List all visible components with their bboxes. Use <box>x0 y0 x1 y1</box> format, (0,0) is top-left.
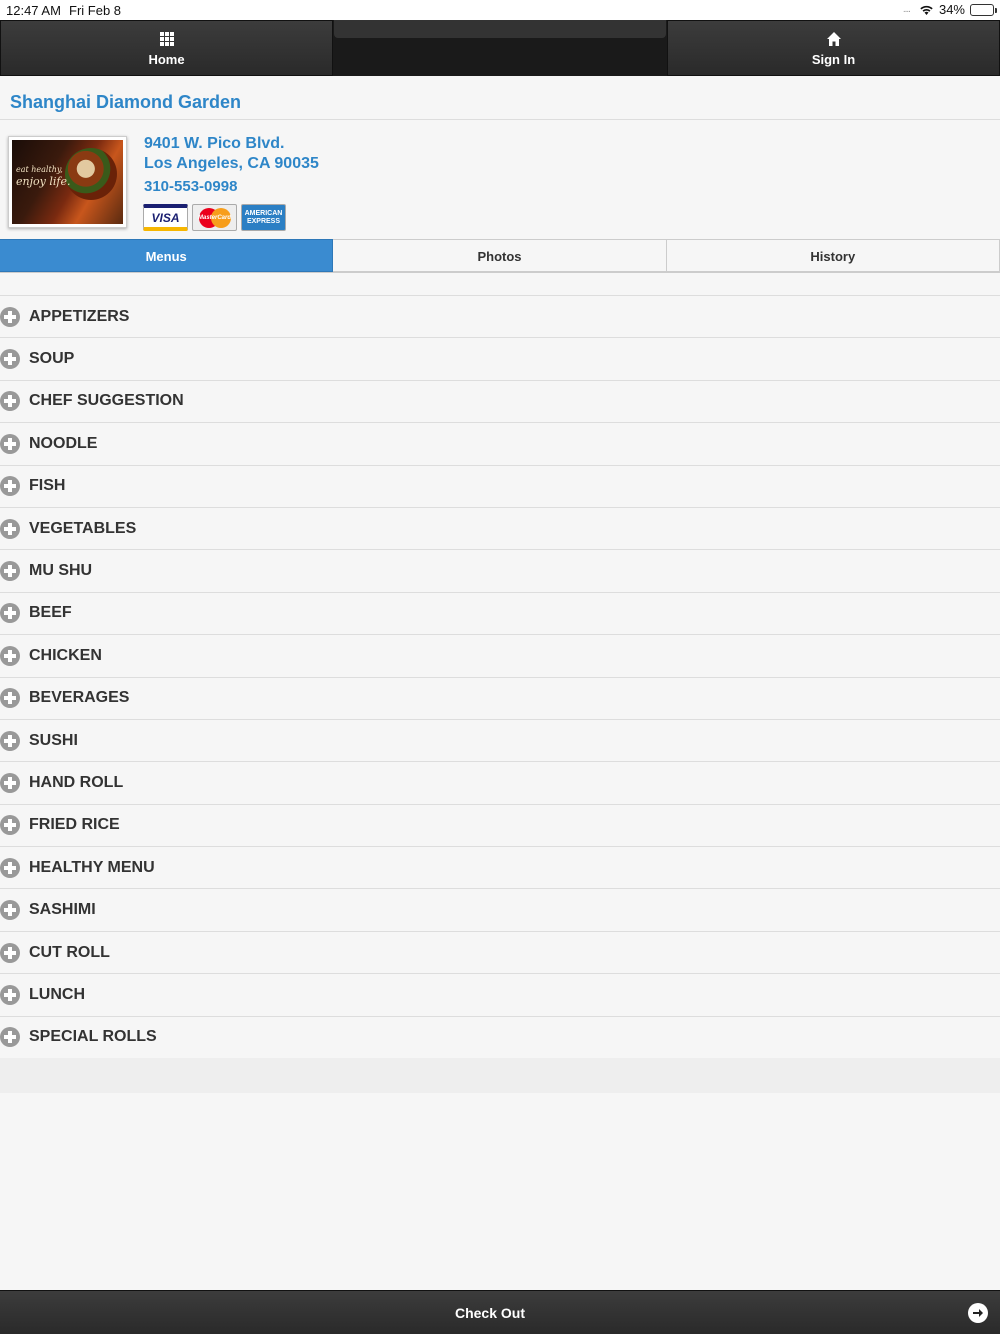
plus-circle-icon <box>0 603 20 624</box>
menu-category-row[interactable]: BEEF <box>0 592 1000 636</box>
tab-photos[interactable]: Photos <box>333 239 667 272</box>
menu-category-label: HAND ROLL <box>29 773 124 791</box>
menu-category-label: BEEF <box>29 604 72 622</box>
plus-circle-icon <box>0 857 20 878</box>
menu-category-label: FRIED RICE <box>29 816 120 834</box>
amex-label-1: AMERICAN <box>244 209 283 217</box>
plus-circle-icon <box>0 815 20 836</box>
wifi-icon <box>920 5 933 15</box>
address-line-2: Los Angeles, CA 90035 <box>144 155 319 172</box>
check-out-label: Check Out <box>454 1305 525 1321</box>
image-tagline: eat healthy, enjoy life. <box>16 162 70 188</box>
tab-menus[interactable]: Menus <box>0 239 334 272</box>
menu-category-row[interactable]: LUNCH <box>0 974 1000 1017</box>
menu-category-row[interactable]: SPECIAL ROLLS <box>0 1016 1000 1060</box>
signal-icon: .... <box>902 4 911 15</box>
plus-circle-icon <box>0 349 20 370</box>
plus-circle-icon <box>0 942 20 963</box>
menu-category-label: CHICKEN <box>29 646 102 664</box>
menu-category-row[interactable]: CHICKEN <box>0 635 1000 678</box>
menu-category-row[interactable]: MU SHU <box>0 550 1000 593</box>
arrow-right-icon <box>968 1303 988 1323</box>
amex-card-icon: AMERICAN EXPRESS <box>241 204 286 231</box>
plus-circle-icon <box>0 772 20 793</box>
image-tagline-1: eat healthy, <box>16 165 63 174</box>
menu-category-row[interactable]: SOUP <box>0 338 1000 381</box>
menu-category-row[interactable]: APPETIZERS <box>0 296 1000 339</box>
nav-spacer <box>334 20 666 38</box>
battery-percent: 34% <box>938 2 965 17</box>
food-dish-image <box>65 148 117 200</box>
restaurant-header: Shanghai Diamond Garden <box>0 76 1000 120</box>
sign-in-label: Sign In <box>811 52 856 67</box>
restaurant-name: Shanghai Diamond Garden <box>10 92 242 112</box>
menu-category-row[interactable]: HAND ROLL <box>0 762 1000 805</box>
plus-circle-icon <box>0 645 20 666</box>
mastercard-icon: MasterCard <box>192 204 237 231</box>
menu-category-row[interactable]: FRIED RICE <box>0 804 1000 848</box>
restaurant-info: eat healthy, enjoy life. 9401 W. Pico Bl… <box>0 121 1000 238</box>
plus-circle-icon <box>0 688 20 709</box>
tab-history[interactable]: History <box>666 239 1000 272</box>
menu-category-row[interactable]: CUT ROLL <box>0 931 1000 975</box>
restaurant-image: eat healthy, enjoy life. <box>8 136 127 228</box>
menu-category-label: MU SHU <box>29 562 93 580</box>
plus-circle-icon <box>0 391 20 412</box>
restaurant-phone[interactable]: 310-553-0998 <box>144 178 237 195</box>
sign-in-button[interactable]: Sign In <box>667 20 1000 76</box>
menu-category-label: SOUP <box>29 350 75 368</box>
restaurant-address[interactable]: 9401 W. Pico Blvd. Los Angeles, CA 90035 <box>144 134 319 174</box>
menu-category-list: APPETIZERS SOUP CHEF SUGGESTION NOODLE F… <box>0 295 1000 1060</box>
menu-category-label: APPETIZERS <box>29 307 130 325</box>
plus-circle-icon <box>0 306 20 327</box>
visa-card-icon: VISA <box>143 204 188 231</box>
menu-category-label: NOODLE <box>29 434 98 452</box>
home-label: Home <box>148 52 185 67</box>
plus-circle-icon <box>0 984 20 1005</box>
menu-category-label: CUT ROLL <box>29 943 110 961</box>
menu-category-row[interactable]: SASHIMI <box>0 889 1000 932</box>
menu-category-label: SASHIMI <box>29 901 96 919</box>
check-out-button[interactable]: Check Out <box>0 1290 1000 1334</box>
plus-circle-icon <box>0 900 20 921</box>
status-bar: 12:47 AM Fri Feb 8 .... 34% <box>0 0 1000 20</box>
mastercard-label: MasterCard <box>197 214 231 221</box>
menu-category-row[interactable]: HEALTHY MENU <box>0 847 1000 890</box>
menu-category-row[interactable]: SUSHI <box>0 719 1000 763</box>
menu-category-label: SPECIAL ROLLS <box>29 1028 157 1046</box>
image-tagline-2: enjoy life. <box>16 175 71 189</box>
menu-category-label: BEVERAGES <box>29 689 130 707</box>
amex-label-2: EXPRESS <box>246 217 281 225</box>
address-line-1: 9401 W. Pico Blvd. <box>144 135 285 152</box>
menu-category-row[interactable]: FISH <box>0 465 1000 508</box>
menu-category-label: VEGETABLES <box>29 519 137 537</box>
menu-category-row[interactable]: BEVERAGES <box>0 677 1000 720</box>
list-footer <box>0 1058 1000 1093</box>
status-right: .... 34% <box>902 2 997 17</box>
menu-category-label: FISH <box>29 477 66 495</box>
status-date: Fri Feb 8 <box>69 3 122 18</box>
plus-circle-icon <box>0 476 20 497</box>
menu-category-row[interactable]: NOODLE <box>0 423 1000 466</box>
status-time: 12:47 AM <box>6 3 61 18</box>
menu-category-row[interactable]: CHEF SUGGESTION <box>0 380 1000 424</box>
menu-category-label: CHEF SUGGESTION <box>29 392 184 410</box>
accepted-cards: VISA MasterCard AMERICAN EXPRESS <box>143 204 286 231</box>
home-button[interactable]: Home <box>0 20 333 76</box>
menu-category-label: LUNCH <box>29 985 85 1003</box>
plus-circle-icon <box>0 561 20 582</box>
plus-circle-icon <box>0 1027 20 1048</box>
plus-circle-icon <box>0 433 20 454</box>
grid-icon <box>159 32 174 46</box>
plus-circle-icon <box>0 518 20 539</box>
content-tabs: Menus Photos History <box>0 239 1000 273</box>
top-nav: Home Sign In <box>0 20 1000 76</box>
menu-category-label: SUSHI <box>29 731 78 749</box>
menu-category-label: HEALTHY MENU <box>29 858 155 876</box>
battery-icon <box>970 3 997 16</box>
house-icon <box>826 32 841 46</box>
plus-circle-icon <box>0 730 20 751</box>
menu-category-row[interactable]: VEGETABLES <box>0 507 1000 551</box>
